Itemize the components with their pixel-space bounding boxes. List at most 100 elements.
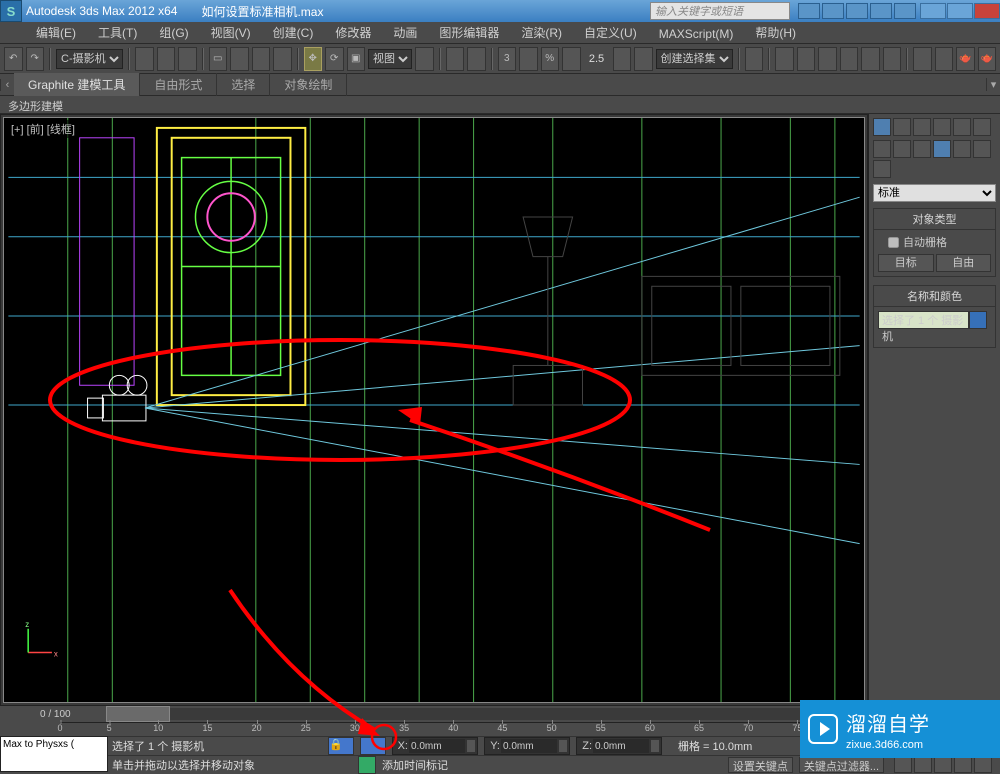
subscription-icon[interactable] [822,3,844,19]
angle-snap-icon[interactable] [519,47,538,71]
menu-group[interactable]: 组(G) [151,22,196,43]
named-selection-dropdown[interactable]: 创建选择集 [656,49,733,69]
key-mode-icon[interactable] [360,737,386,755]
window-crossing-icon[interactable] [273,47,292,71]
redo-icon[interactable]: ↷ [26,47,45,71]
create-helpers-icon[interactable] [953,140,971,158]
menu-help[interactable]: 帮助(H) [747,22,804,43]
create-shapes-icon[interactable] [893,140,911,158]
goto-start-icon[interactable] [894,757,912,773]
select-by-name-icon[interactable] [230,47,249,71]
schematic-view-icon[interactable] [861,47,880,71]
render-icon[interactable]: 🫖 [956,47,975,71]
menu-tools[interactable]: 工具(T) [90,22,145,43]
ribbon-tab-graphite[interactable]: Graphite 建模工具 [14,73,140,96]
material-editor-icon[interactable] [883,47,902,71]
maximize-button[interactable] [947,3,973,19]
free-camera-button[interactable]: 自由 [936,254,992,272]
help-search-input[interactable]: 输入关键字或短语 [650,2,790,20]
curve-editor-icon[interactable] [840,47,859,71]
menu-animation[interactable]: 动画 [385,22,425,43]
unlink-icon[interactable] [157,47,176,71]
goto-end-icon[interactable] [974,757,992,773]
select-region-icon[interactable] [252,47,271,71]
hierarchy-tab-icon[interactable] [913,118,931,136]
edit-named-sel-icon[interactable] [613,47,632,71]
edit-named-sel2-icon[interactable] [634,47,653,71]
percent-snap-icon[interactable]: % [541,47,560,71]
utilities-tab-icon[interactable] [973,118,991,136]
motion-tab-icon[interactable] [933,118,951,136]
ribbon-tab-freeform[interactable]: 自由形式 [140,73,217,96]
rollout-object-type[interactable]: 对象类型 [874,209,995,230]
help-icon[interactable] [894,3,916,19]
menu-views[interactable]: 视图(V) [203,22,259,43]
bind-spacewarp-icon[interactable] [178,47,197,71]
app-menu-icon[interactable]: S [0,0,22,22]
menu-rendering[interactable]: 渲染(R) [513,22,570,43]
prev-frame-icon[interactable] [914,757,932,773]
coord-y-input[interactable] [501,739,557,753]
manipulate-icon[interactable] [446,47,465,71]
create-tab-icon[interactable] [873,118,891,136]
spinner-snap-icon[interactable] [562,47,581,71]
render-setup-icon[interactable] [913,47,932,71]
object-name-input[interactable]: 选择了 1 个 摄影机 [878,311,969,329]
rollout-name-color[interactable]: 名称和颜色 [874,286,995,307]
set-key-button[interactable]: 设置关键点 [728,757,793,773]
menu-modifiers[interactable]: 修改器 [327,22,379,43]
render-prod-icon[interactable]: 🫖 [978,47,997,71]
mirror-icon[interactable] [745,47,764,71]
time-slider-handle[interactable] [106,706,170,722]
render-frame-icon[interactable] [935,47,954,71]
spinner-icon[interactable] [650,739,660,753]
create-lights-icon[interactable] [913,140,931,158]
ribbon-collapse-icon[interactable]: ▾ [986,78,1000,91]
snap-toggle-icon[interactable]: 3 [498,47,517,71]
view-set-dropdown[interactable]: C-摄影机 [56,49,123,69]
select-object-icon[interactable]: ▭ [209,47,228,71]
ribbon-expand-icon[interactable]: ‹ [0,79,14,91]
pivot-icon[interactable] [415,47,434,71]
target-camera-button[interactable]: 目标 [878,254,934,272]
add-time-tag-label[interactable]: 添加时间标记 [382,757,448,773]
menu-customize[interactable]: 自定义(U) [576,22,645,43]
graphite-toggle-icon[interactable] [818,47,837,71]
tag-icon[interactable] [358,756,376,774]
rotate-icon[interactable]: ⟳ [325,47,344,71]
create-geometry-icon[interactable] [873,140,891,158]
ribbon-tab-paint[interactable]: 对象绘制 [270,73,347,96]
scale-icon[interactable]: ▣ [347,47,366,71]
key-filters-button[interactable]: 关键点过滤器... [799,757,884,773]
search-icon[interactable] [798,3,820,19]
ribbon-sub-tab[interactable]: 多边形建模 [0,96,1000,114]
menu-create[interactable]: 创建(C) [265,22,322,43]
viewport-front[interactable]: [+] [前] [线框] [3,117,865,703]
favorites-icon[interactable] [870,3,892,19]
coord-x-input[interactable] [409,739,465,753]
layer-manager-icon[interactable] [797,47,816,71]
next-frame-icon[interactable] [954,757,972,773]
object-color-swatch[interactable] [969,311,987,329]
lock-selection-icon[interactable]: 🔒 [328,737,354,755]
ribbon-tab-selection[interactable]: 选择 [217,73,270,96]
create-systems-icon[interactable] [873,160,891,178]
coord-z-input[interactable] [593,739,649,753]
create-cameras-icon[interactable] [933,140,951,158]
minimize-button[interactable] [920,3,946,19]
align-icon[interactable] [775,47,794,71]
display-tab-icon[interactable] [953,118,971,136]
viewport-label[interactable]: [+] [前] [线框] [8,120,78,138]
spinner-icon[interactable] [466,739,476,753]
menu-graph[interactable]: 图形编辑器 [431,22,507,43]
close-button[interactable] [974,3,1000,19]
play-icon[interactable] [934,757,952,773]
comm-center-icon[interactable] [846,3,868,19]
link-icon[interactable] [135,47,154,71]
menu-maxscript[interactable]: MAXScript(M) [651,25,742,43]
create-spacewarps-icon[interactable] [973,140,991,158]
move-icon[interactable]: ✥ [304,47,323,71]
maxscript-listener[interactable]: Max to Physxs ( [0,736,108,772]
undo-icon[interactable]: ↶ [4,47,23,71]
ref-coord-dropdown[interactable]: 视图 [368,49,412,69]
